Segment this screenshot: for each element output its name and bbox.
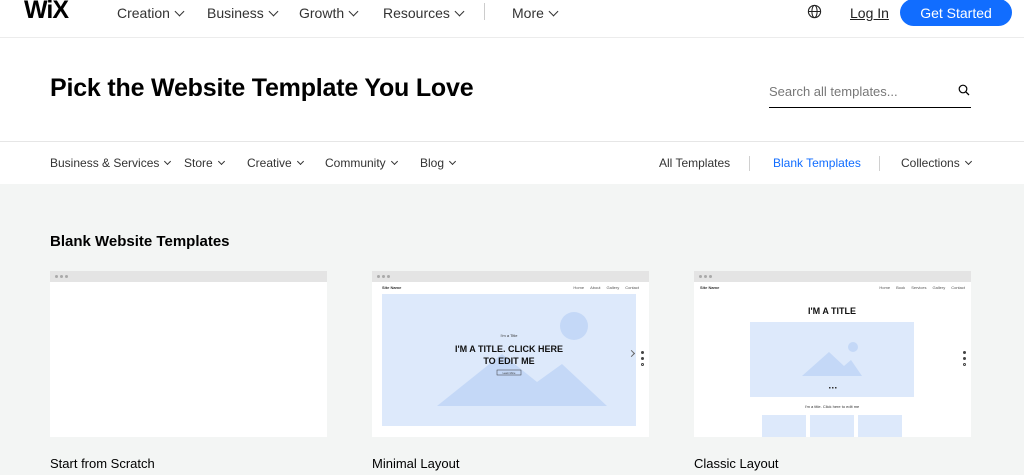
preview-link: Book bbox=[896, 285, 906, 290]
tab-all-templates[interactable]: All Templates bbox=[659, 156, 730, 170]
nav-creation-label: Creation bbox=[117, 5, 170, 21]
category-label: Store bbox=[184, 156, 213, 170]
preview-button-label: Learn More bbox=[503, 372, 516, 375]
chevron-down-icon bbox=[548, 6, 559, 16]
collections-label: Collections bbox=[901, 156, 960, 170]
nav-resources[interactable]: Resources bbox=[383, 5, 465, 21]
category-divider bbox=[879, 156, 880, 171]
preview-link: Gallery bbox=[932, 285, 946, 290]
chevron-down-icon bbox=[268, 6, 279, 16]
preview-nav-links: Home Book Services Gallery Contact bbox=[879, 285, 965, 290]
login-link[interactable]: Log In bbox=[850, 5, 889, 21]
tab-blank-templates-label: Blank Templates bbox=[773, 156, 861, 170]
category-blog[interactable]: Blog bbox=[420, 156, 457, 170]
nav-resources-label: Resources bbox=[383, 5, 450, 21]
nav-business[interactable]: Business bbox=[207, 5, 279, 21]
category-bar: Business & Services Store Creative Commu… bbox=[0, 141, 1024, 184]
template-search bbox=[769, 80, 971, 108]
wix-logo[interactable]: WiX bbox=[24, 0, 69, 25]
category-store[interactable]: Store bbox=[184, 156, 225, 170]
collections-dropdown[interactable]: Collections bbox=[901, 156, 972, 170]
preview-link: About bbox=[590, 285, 601, 290]
chevron-down-icon bbox=[348, 6, 359, 16]
template-card-classic[interactable]: Site Name Home Book Services Gallery Con… bbox=[694, 271, 971, 437]
chevron-down-icon bbox=[164, 157, 172, 166]
page-title: Pick the Website Template You Love bbox=[50, 74, 474, 102]
search-icon[interactable] bbox=[958, 84, 970, 96]
nav-growth-label: Growth bbox=[299, 5, 345, 21]
browser-bar bbox=[694, 271, 971, 282]
preview-link: Gallery bbox=[606, 285, 620, 290]
preview-link: Services bbox=[911, 285, 927, 290]
category-label: Blog bbox=[420, 156, 445, 170]
preview-link: Contact bbox=[625, 285, 639, 290]
tab-blank-templates[interactable]: Blank Templates bbox=[773, 156, 861, 170]
preview-nav: Site Name Home Book Services Gallery Con… bbox=[700, 285, 965, 293]
browser-bar bbox=[372, 271, 649, 282]
preview-site-name: Site Name bbox=[700, 285, 720, 290]
window-dots bbox=[699, 275, 712, 278]
window-dots bbox=[377, 275, 390, 278]
nav-creation[interactable]: Creation bbox=[117, 5, 185, 21]
preview-link: Home bbox=[879, 285, 891, 290]
chevron-down-icon bbox=[454, 6, 465, 16]
category-business-services[interactable]: Business & Services bbox=[50, 156, 172, 170]
nav-business-label: Business bbox=[207, 5, 264, 21]
chevron-down-icon bbox=[964, 157, 972, 166]
preview-heading-line2: TO EDIT ME bbox=[483, 356, 534, 366]
category-community[interactable]: Community bbox=[325, 156, 398, 170]
chevron-down-icon bbox=[296, 157, 304, 166]
chevron-down-icon bbox=[174, 6, 185, 16]
get-started-button[interactable]: Get Started bbox=[900, 0, 1012, 26]
section-title: Blank Website Templates bbox=[50, 233, 230, 250]
minimal-preview-hero: I'm a Title I'M A TITLE. CLICK HERE TO E… bbox=[382, 294, 636, 426]
preview-nav: Site Name Home About Gallery Contact bbox=[382, 285, 639, 293]
globe-icon[interactable] bbox=[807, 4, 822, 19]
preview-pagination bbox=[641, 351, 644, 366]
preview-link: Contact bbox=[951, 285, 965, 290]
preview-kicker: I'm a Title bbox=[501, 333, 519, 338]
chevron-down-icon bbox=[448, 157, 457, 166]
preview-nav-links: Home About Gallery Contact bbox=[573, 285, 639, 290]
nav-more[interactable]: More bbox=[512, 5, 559, 21]
category-label: Community bbox=[325, 156, 386, 170]
chevron-down-icon bbox=[390, 157, 398, 166]
preview-link: Home bbox=[573, 285, 585, 290]
template-card-minimal[interactable]: Site Name Home About Gallery Contact I'm… bbox=[372, 271, 649, 437]
category-label: Business & Services bbox=[50, 156, 160, 170]
nav-more-label: More bbox=[512, 5, 544, 21]
preview-pagination bbox=[963, 351, 966, 366]
chevron-down-icon bbox=[217, 157, 225, 166]
category-label: Creative bbox=[247, 156, 292, 170]
browser-bar bbox=[50, 271, 327, 282]
preview-site-name: Site Name bbox=[382, 285, 402, 290]
search-input[interactable] bbox=[769, 80, 949, 102]
window-dots bbox=[55, 275, 68, 278]
classic-preview: I'M A TITLE I'm a title. Click here to e… bbox=[750, 306, 914, 437]
tab-all-templates-label: All Templates bbox=[659, 156, 731, 170]
template-card-scratch[interactable] bbox=[50, 271, 327, 437]
template-name[interactable]: Classic Layout bbox=[694, 456, 779, 471]
top-navigation: WiX Creation Business Growth Resources M… bbox=[0, 0, 1024, 38]
category-creative[interactable]: Creative bbox=[247, 156, 304, 170]
nav-growth[interactable]: Growth bbox=[299, 5, 359, 21]
preview-heading-line1: I'M A TITLE. CLICK HERE bbox=[455, 344, 563, 354]
templates-section: Blank Website Templates Start from Scrat… bbox=[0, 184, 1024, 475]
preview-heading: I'M A TITLE bbox=[808, 306, 856, 316]
category-divider bbox=[749, 156, 750, 171]
template-name[interactable]: Minimal Layout bbox=[372, 456, 459, 471]
nav-divider bbox=[484, 3, 485, 20]
preview-paragraph: I'm a title. Click here to edit me bbox=[805, 404, 860, 409]
template-name[interactable]: Start from Scratch bbox=[50, 456, 155, 471]
